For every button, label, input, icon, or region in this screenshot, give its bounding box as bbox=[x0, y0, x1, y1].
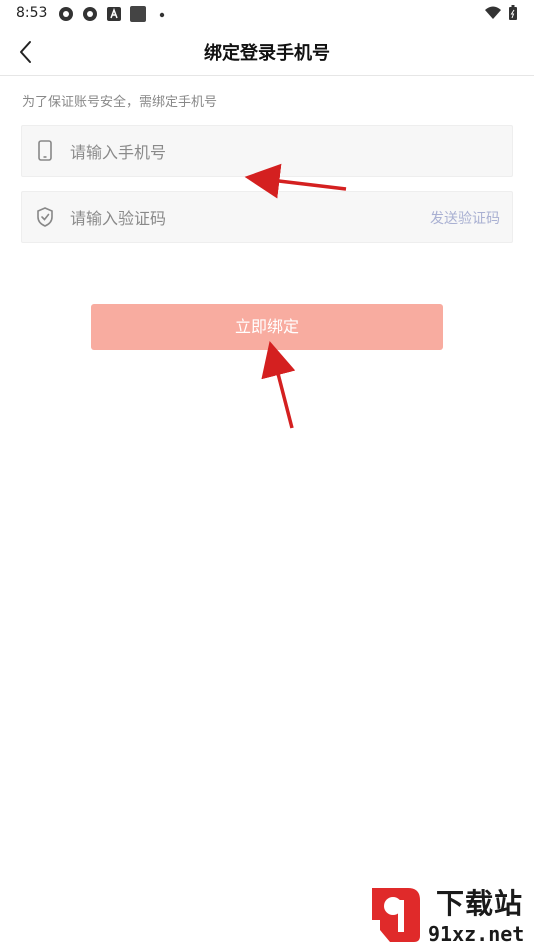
bind-now-button[interactable]: 立即绑定 bbox=[91, 304, 443, 350]
watermark-logo-icon bbox=[372, 888, 420, 942]
page-title: 绑定登录手机号 bbox=[204, 43, 330, 64]
watermark-title: 下载站 bbox=[436, 887, 524, 920]
verification-code-input[interactable] bbox=[68, 192, 412, 244]
watermark-url: 91xz.net bbox=[428, 922, 525, 946]
security-hint: 为了保证账号安全，需绑定手机号 bbox=[22, 95, 218, 110]
dot-icon bbox=[159, 12, 165, 18]
battery-icon bbox=[509, 5, 517, 20]
status-time: 8:53 bbox=[16, 5, 48, 21]
arrow-to-phone-field bbox=[244, 163, 347, 199]
app-a-icon bbox=[107, 7, 121, 21]
status-system-icons bbox=[484, 5, 518, 21]
aperture-icon bbox=[83, 7, 97, 21]
wifi-icon bbox=[485, 6, 501, 19]
watermark: 下载站 91xz.net bbox=[360, 880, 530, 946]
app-header: 绑定登录手机号 bbox=[0, 28, 534, 76]
phone-icon bbox=[38, 140, 52, 161]
phone-input[interactable] bbox=[68, 126, 412, 178]
send-code-button[interactable]: 发送验证码 bbox=[430, 208, 500, 228]
aperture-icon bbox=[59, 7, 73, 21]
status-notification-icons bbox=[58, 6, 170, 22]
shield-check-icon bbox=[37, 207, 53, 227]
arrow-to-bind-button bbox=[261, 341, 296, 429]
status-bar: 8:53 bbox=[0, 0, 534, 28]
verification-code-field: 发送验证码 bbox=[21, 191, 513, 244]
phone-field bbox=[21, 125, 513, 178]
square-app-icon bbox=[130, 6, 146, 22]
